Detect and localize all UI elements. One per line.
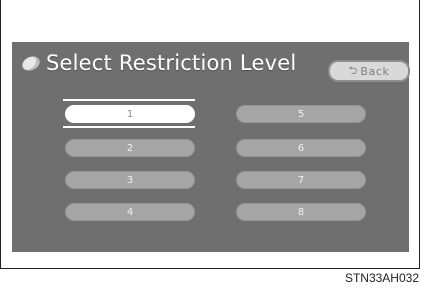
level-label: 6 [297, 142, 305, 154]
level-button-6[interactable]: 6 [236, 139, 366, 157]
level-button-7[interactable]: 7 [236, 171, 366, 189]
frame-bottom-line [0, 268, 420, 269]
title-row: Select Restriction Level [20, 48, 297, 78]
restriction-level-screen: Select Restriction Level ⮌ Back 1 2 3 4 … [12, 42, 410, 252]
level-button-4[interactable]: 4 [65, 203, 195, 221]
selection-indicator-top [63, 99, 195, 101]
level-label: 5 [297, 108, 305, 120]
selection-indicator-bottom [63, 126, 195, 128]
disc-icon [20, 53, 42, 73]
frame-right-line [419, 0, 420, 269]
level-label: 8 [297, 206, 305, 218]
level-label: 7 [297, 174, 305, 186]
level-label: 1 [126, 108, 134, 120]
level-label: 2 [126, 142, 134, 154]
return-arrow-icon: ⮌ [348, 63, 358, 77]
level-button-3[interactable]: 3 [65, 171, 195, 189]
level-button-1[interactable]: 1 [65, 105, 195, 123]
level-label: 4 [126, 206, 134, 218]
page-title: Select Restriction Level [46, 51, 297, 75]
frame-left-line [0, 0, 1, 269]
level-button-2[interactable]: 2 [65, 139, 195, 157]
back-button-label: Back [360, 64, 390, 78]
figure-caption: STN33AH032 [344, 271, 419, 285]
level-button-5[interactable]: 5 [236, 105, 366, 123]
level-label: 3 [126, 174, 134, 186]
back-button[interactable]: ⮌ Back [328, 60, 410, 82]
level-button-8[interactable]: 8 [236, 203, 366, 221]
